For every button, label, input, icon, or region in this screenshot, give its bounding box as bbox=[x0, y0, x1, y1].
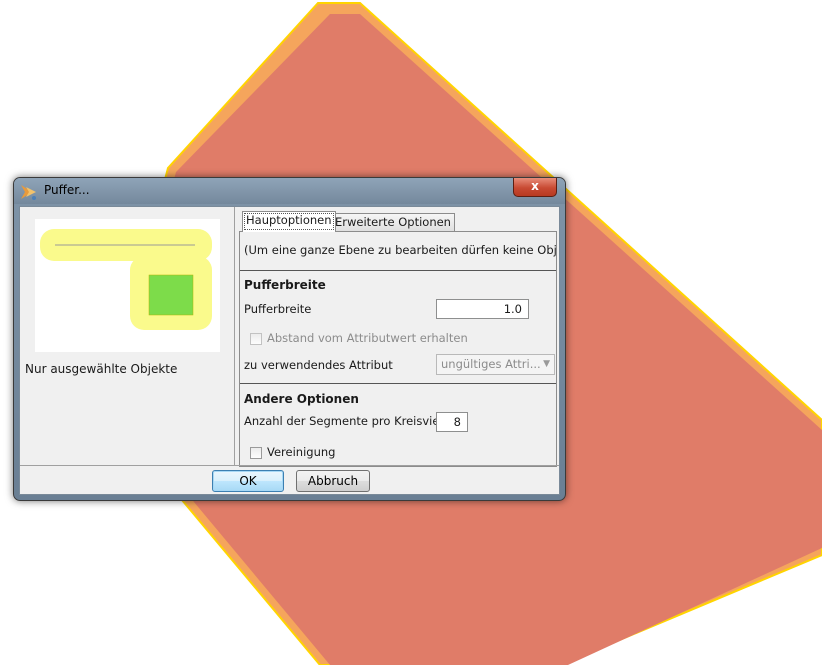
buffer-width-heading: Pufferbreite bbox=[244, 278, 326, 292]
keep-distance-checkbox[interactable] bbox=[250, 333, 262, 345]
attribute-select[interactable]: ungültiges Attri... ▼ bbox=[436, 354, 555, 375]
buffer-preview-image bbox=[35, 219, 220, 352]
buffer-width-input[interactable]: 1.0 bbox=[436, 299, 529, 319]
tab-main-options[interactable]: Hauptoptionen bbox=[242, 211, 336, 232]
segments-label: Anzahl der Segmente pro Kreisviertel bbox=[244, 414, 459, 428]
title-bar[interactable]: Puffer... x bbox=[14, 178, 565, 204]
buffer-width-label: Pufferbreite bbox=[244, 302, 312, 316]
selection-hint: (Um eine ganze Ebene zu bearbeiten dürfe… bbox=[244, 243, 557, 257]
separator bbox=[240, 270, 556, 271]
cancel-button[interactable]: Abbruch bbox=[296, 470, 370, 492]
attribute-select-value: ungültiges Attri... bbox=[441, 357, 541, 371]
buffer-dialog: Puffer... x Nur ausgewählte Objekte Haup… bbox=[13, 177, 566, 501]
window-title: Puffer... bbox=[44, 183, 90, 197]
ok-button[interactable]: OK bbox=[212, 470, 284, 492]
other-options-heading: Andere Optionen bbox=[244, 392, 359, 406]
close-button[interactable]: x bbox=[513, 178, 557, 197]
dropdown-arrow-icon: ▼ bbox=[543, 359, 550, 369]
attribute-label: zu verwendendes Attribut bbox=[244, 358, 393, 372]
app-logo-icon bbox=[21, 185, 36, 200]
union-label: Vereinigung bbox=[267, 445, 336, 459]
segments-input[interactable]: 8 bbox=[436, 412, 468, 432]
dialog-body: Nur ausgewählte Objekte Hauptoptionen Er… bbox=[19, 206, 560, 495]
main-options-panel: (Um eine ganze Ebene zu bearbeiten dürfe… bbox=[239, 231, 557, 467]
separator bbox=[240, 383, 556, 384]
keep-distance-label: Abstand vom Attributwert erhalten bbox=[267, 331, 468, 345]
tab-advanced-options[interactable]: Erweiterte Optionen bbox=[331, 213, 455, 232]
union-checkbox[interactable] bbox=[250, 447, 262, 459]
selection-scope-label: Nur ausgewählte Objekte bbox=[25, 362, 178, 376]
pane-divider[interactable] bbox=[234, 207, 235, 465]
button-bar-separator bbox=[20, 465, 559, 466]
